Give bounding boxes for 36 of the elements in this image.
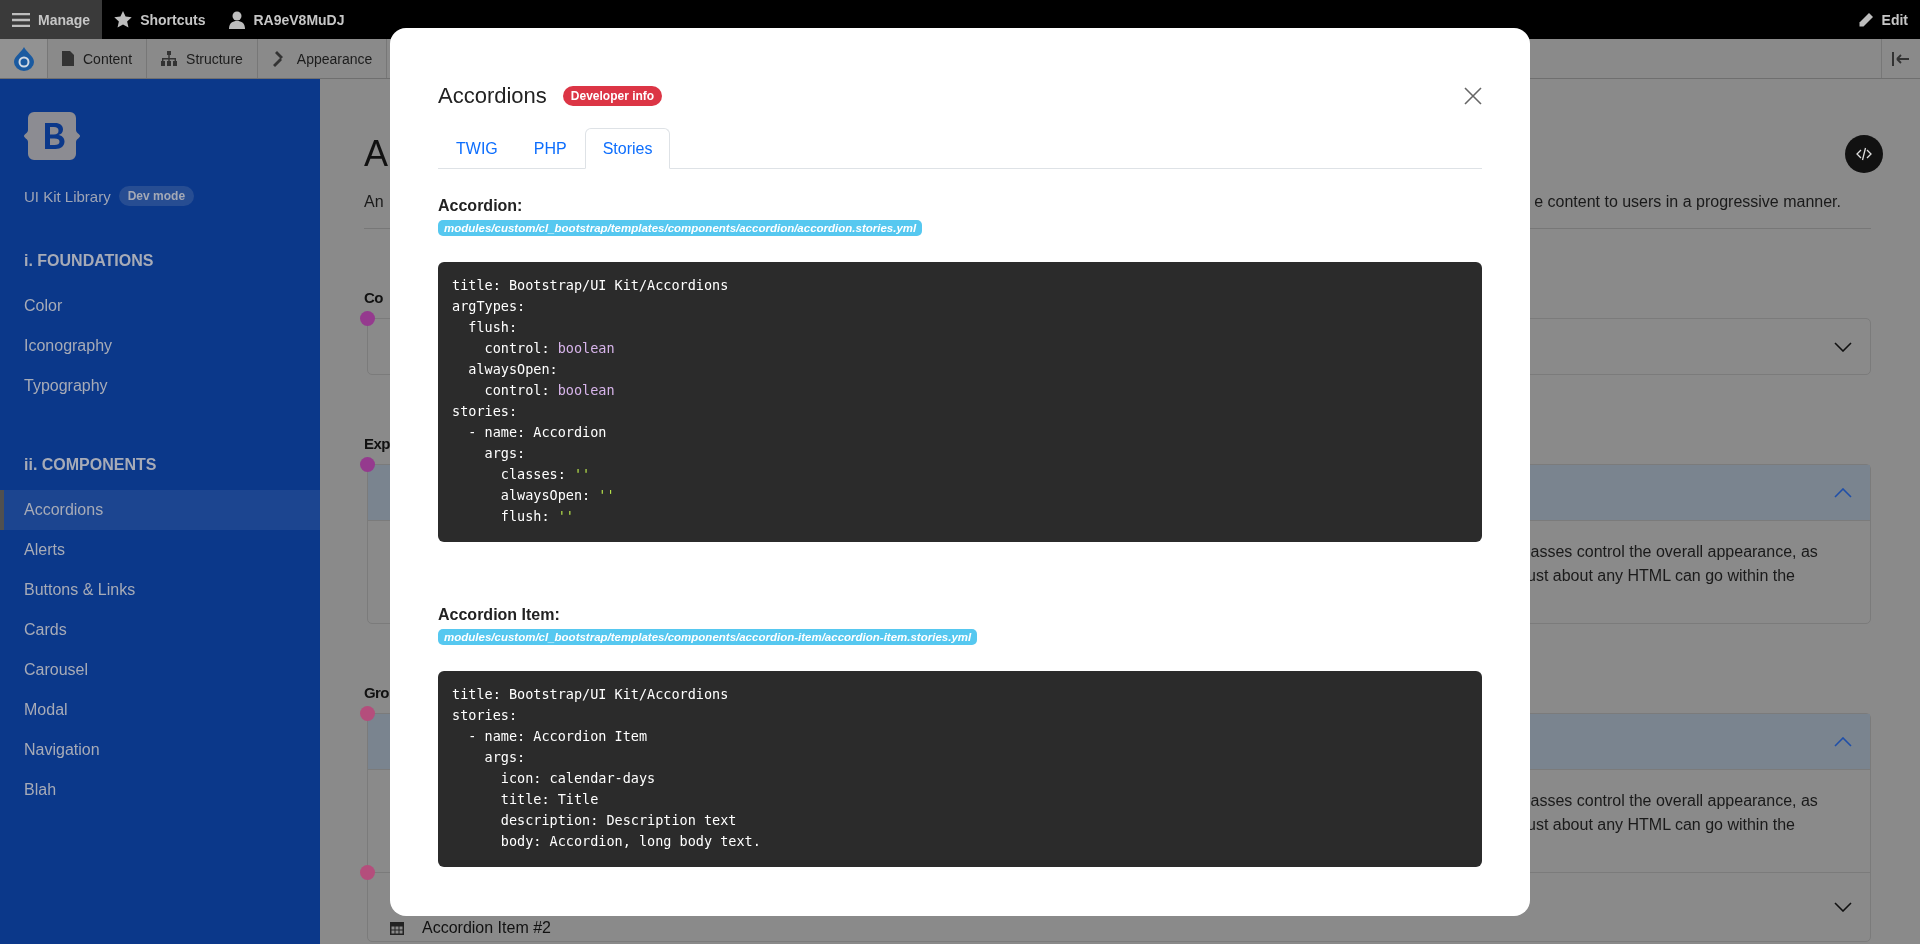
- code-line: flush:: [467, 318, 518, 337]
- code-line: args:: [483, 444, 526, 463]
- code-line: title: Bootstrap/UI Kit/Accordions: [452, 276, 729, 295]
- section-heading: Gro: [364, 684, 389, 701]
- section-title: ii. COMPONENTS: [23, 456, 158, 474]
- code-line: description: Description text: [499, 811, 737, 830]
- lead-text: An: [364, 193, 384, 211]
- code-line: classes: '': [499, 465, 591, 484]
- code-line: stories:: [452, 402, 518, 421]
- code-line: icon: calendar-days: [499, 769, 656, 788]
- code-line: body: Accordion, long body text.: [499, 832, 761, 851]
- code-line: alwaysOpen: '': [499, 486, 615, 505]
- code-line: alwaysOpen:: [467, 360, 558, 379]
- code-line: flush: '': [499, 507, 574, 526]
- code-line: title: Bootstrap/UI Kit/Accordions: [452, 685, 729, 704]
- code-line: - name: Accordion: [467, 423, 607, 442]
- dev-mode-badge: Dev mode: [118, 186, 195, 206]
- section-heading: Exp: [364, 435, 390, 452]
- code-line: args:: [483, 748, 526, 767]
- block-label: Accordion Item:: [438, 606, 561, 624]
- section-title: i. FOUNDATIONS: [23, 252, 155, 270]
- block-label: Accordion:: [438, 197, 524, 215]
- modal-title: Accordions: [438, 83, 547, 109]
- code-line: stories:: [452, 706, 518, 725]
- developer-info-badge: Developer info: [562, 86, 663, 106]
- code-line: control: boolean: [483, 339, 615, 358]
- page-title: A: [364, 133, 388, 175]
- file-path-badge: modules/custom/cl_bootstrap/templates/components/accordion-item/accordion-item.stories.yml: [438, 629, 978, 645]
- code-line: title: Title: [499, 790, 599, 809]
- code-line: - name: Accordion Item: [467, 727, 648, 746]
- code-line: control: boolean: [483, 381, 615, 400]
- section-heading: Co: [364, 289, 383, 306]
- file-path-badge: modules/custom/cl_bootstrap/templates/components/accordion/accordion.stories.yml: [438, 220, 923, 236]
- code-line: argTypes:: [452, 297, 526, 316]
- library-name: UI Kit Library: [24, 187, 111, 205]
- lead-text: e content to users in a progressive manner.: [1534, 193, 1841, 211]
